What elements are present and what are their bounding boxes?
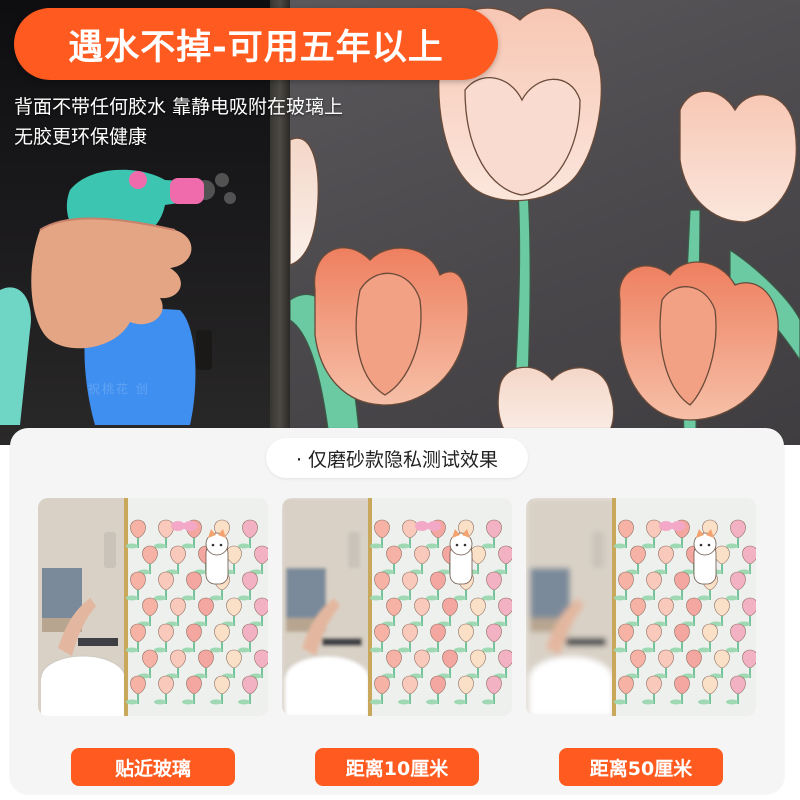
subtitle-line-2: 无胶更环保健康: [14, 126, 148, 148]
headline-banner: 遇水不掉-可用五年以上: [14, 8, 498, 80]
caption-10cm: 距离10厘米: [315, 748, 479, 786]
caption-50cm: 距离50厘米: [559, 748, 723, 786]
test-panel-50cm: [526, 498, 756, 716]
test-panel-close: [38, 498, 268, 716]
test-section-title: · 仅磨砂款隐私测试效果: [295, 448, 499, 471]
subtitle-line-1: 背面不带任何胶水 靠静电吸附在玻璃上: [14, 96, 344, 118]
cat-icon: [449, 529, 473, 585]
caption-close: 贴近玻璃: [71, 748, 235, 786]
bathroom-scene-illustration: [38, 498, 268, 716]
caption-close-text: 贴近玻璃: [114, 757, 191, 780]
headline-text: 遇水不掉-可用五年以上: [68, 27, 444, 68]
test-panel-10cm: [282, 498, 512, 716]
cat-icon: [205, 529, 229, 585]
privacy-test-card: · 仅磨砂款隐私测试效果 贴近玻璃 距离10厘米 距离50厘米: [10, 428, 784, 794]
test-title-pill: · 仅磨砂款隐私测试效果: [266, 438, 528, 478]
caption-50cm-text: 距离50厘米: [589, 757, 693, 780]
caption-10cm-text: 距离10厘米: [345, 757, 449, 780]
bathroom-scene-illustration: [282, 498, 512, 716]
bathroom-scene-illustration: [526, 498, 756, 716]
cat-icon: [693, 529, 717, 585]
watermark-text: 祝桃花 创: [88, 382, 150, 396]
